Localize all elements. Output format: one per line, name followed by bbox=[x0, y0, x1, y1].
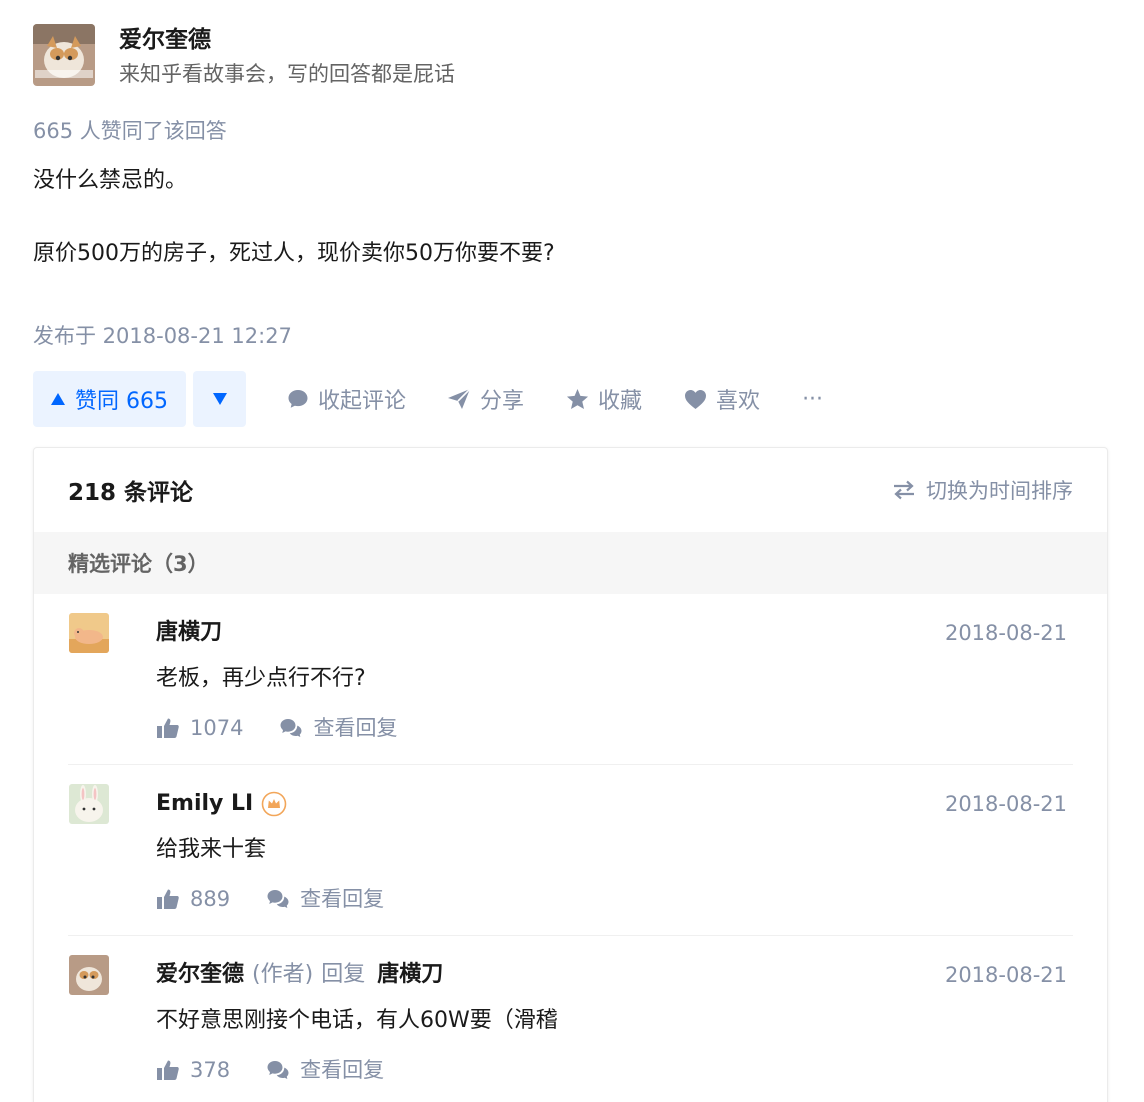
view-replies-button[interactable]: 查看回复 bbox=[279, 713, 397, 743]
answer-paragraph: 原价500万的房子，死过人，现价卖你50万你要不要? bbox=[33, 241, 555, 266]
crown-badge-icon bbox=[261, 791, 287, 817]
favorite-label: 收藏 bbox=[598, 389, 643, 414]
comment-like-count: 889 bbox=[190, 887, 231, 911]
reply-word: 回复 bbox=[321, 962, 366, 987]
answer-paragraph: 没什么禁忌的。 bbox=[33, 168, 188, 193]
reply-to-name[interactable]: 唐横刀 bbox=[377, 960, 443, 990]
comments-header: 218 条评论 切换为时间排序 bbox=[34, 448, 1107, 532]
collapse-comments-button[interactable]: 收起评论 bbox=[287, 383, 406, 415]
comment-date: 2018-08-21 bbox=[944, 792, 1067, 816]
votes-summary[interactable]: 665 人赞同了该回答 bbox=[33, 117, 227, 145]
favorite-button[interactable]: 收藏 bbox=[566, 383, 642, 415]
view-replies-label: 查看回复 bbox=[300, 1058, 385, 1082]
more-actions-button[interactable]: ··· bbox=[802, 387, 823, 412]
view-replies-button[interactable]: 查看回复 bbox=[266, 1055, 384, 1085]
comment-item: 唐横刀 2018-08-21 老板，再少点行不行? 1074 查看回复 bbox=[68, 594, 1073, 765]
thumbs-up-icon bbox=[157, 1060, 179, 1080]
comment-text: 给我来十套 bbox=[156, 837, 267, 862]
comment-meta: 1074 查看回复 bbox=[156, 713, 397, 743]
comment-icon bbox=[288, 390, 308, 408]
sort-toggle-button[interactable]: 切换为时间排序 bbox=[892, 475, 1073, 505]
collapse-comments-label: 收起评论 bbox=[318, 389, 407, 414]
comment-item: 爱尔奎德 (作者) 回复 唐横刀 2018-08-21 不好意思刚接个电话，有人… bbox=[68, 936, 1073, 1102]
paper-plane-icon bbox=[448, 388, 471, 409]
share-button[interactable]: 分享 bbox=[447, 383, 524, 415]
featured-comments-header: 精选评论（3） bbox=[34, 532, 1107, 594]
share-label: 分享 bbox=[480, 389, 525, 414]
thumbs-up-icon bbox=[157, 889, 179, 909]
sort-toggle-label: 切换为时间排序 bbox=[926, 479, 1073, 503]
comment-date: 2018-08-21 bbox=[944, 963, 1067, 987]
comments-panel: 218 条评论 切换为时间排序 精选评论（3） 唐横刀 2018-08-21 老… bbox=[33, 447, 1108, 1102]
author-name[interactable]: 爱尔奎德 bbox=[119, 26, 455, 54]
vote-up-label: 赞同 665 bbox=[75, 389, 168, 414]
triangle-up-icon bbox=[51, 393, 65, 405]
author-avatar[interactable] bbox=[33, 24, 95, 86]
comment-header: 唐横刀 bbox=[156, 618, 222, 648]
swap-arrows-icon bbox=[894, 480, 914, 500]
commenter-avatar[interactable] bbox=[69, 955, 109, 995]
comment-like-button[interactable]: 378 bbox=[156, 1055, 230, 1085]
commenter-name[interactable]: 爱尔奎德 bbox=[156, 960, 244, 990]
answer-author: 爱尔奎德 来知乎看故事会，写的回答都是屁话 bbox=[33, 24, 455, 88]
comment-like-button[interactable]: 1074 bbox=[156, 713, 243, 743]
triangle-down-icon bbox=[212, 393, 227, 405]
author-bio: 来知乎看故事会，写的回答都是屁话 bbox=[119, 62, 455, 86]
comment-header: Emily LI bbox=[156, 789, 287, 819]
comment-text: 老板，再少点行不行? bbox=[156, 666, 366, 691]
commenter-name[interactable]: 唐横刀 bbox=[156, 618, 222, 648]
commenter-avatar[interactable] bbox=[69, 613, 109, 653]
star-icon bbox=[567, 388, 589, 410]
chat-bubbles-icon bbox=[267, 890, 289, 908]
vote-down-button[interactable] bbox=[193, 371, 246, 427]
author-tag: (作者) bbox=[252, 962, 314, 987]
heart-icon bbox=[685, 389, 707, 409]
vote-up-button[interactable]: 赞同 665 bbox=[33, 371, 186, 427]
comment-text: 不好意思刚接个电话，有人60W要（滑稽 bbox=[156, 1008, 558, 1033]
view-replies-button[interactable]: 查看回复 bbox=[266, 884, 384, 914]
comment-like-count: 1074 bbox=[190, 716, 244, 740]
comment-count: 218 条评论 bbox=[68, 480, 194, 506]
comment-like-button[interactable]: 889 bbox=[156, 884, 230, 914]
comment-date: 2018-08-21 bbox=[944, 621, 1067, 645]
comment-meta: 889 查看回复 bbox=[156, 884, 384, 914]
chat-bubbles-icon bbox=[267, 1061, 289, 1079]
comment-like-count: 378 bbox=[190, 1058, 231, 1082]
publish-time[interactable]: 发布于 2018-08-21 12:27 bbox=[33, 322, 292, 350]
comment-meta: 378 查看回复 bbox=[156, 1055, 384, 1085]
comment-header: 爱尔奎德 (作者) 回复 唐横刀 bbox=[156, 960, 443, 990]
view-replies-label: 查看回复 bbox=[313, 716, 398, 740]
comment-item: Emily LI 2018-08-21 给我来十套 889 查看回复 bbox=[68, 765, 1073, 936]
commenter-name[interactable]: Emily LI bbox=[156, 789, 253, 819]
more-icon: ··· bbox=[802, 386, 824, 412]
view-replies-label: 查看回复 bbox=[300, 887, 385, 911]
answer-action-bar: 赞同 665 收起评论 分享 收藏 喜欢 ··· bbox=[33, 371, 823, 427]
commenter-avatar[interactable] bbox=[69, 784, 109, 824]
thumbs-up-icon bbox=[157, 718, 179, 738]
chat-bubbles-icon bbox=[280, 719, 302, 737]
like-label: 喜欢 bbox=[716, 389, 761, 414]
like-button[interactable]: 喜欢 bbox=[684, 383, 760, 415]
